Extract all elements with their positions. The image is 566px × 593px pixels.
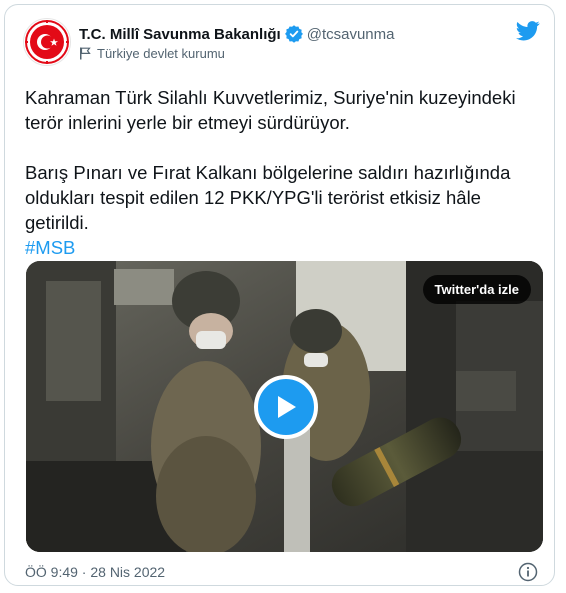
tweet-text: Kahraman Türk Silahlı Kuvvetlerimiz, Sur… [25,85,545,260]
tweet-line: terör inlerini yerle bir etmeyi sürdürüy… [25,112,350,133]
hashtag-link[interactable]: #MSB [25,235,545,260]
info-icon[interactable] [518,562,538,587]
tweet-line: Kahraman Türk Silahlı Kuvvetlerimiz, Sur… [25,87,516,108]
tweet-line: getirildi. [25,212,89,233]
twitter-bird-icon[interactable] [516,21,540,46]
tweet-line: Barış Pınarı ve Fırat Kalkanı bölgelerin… [25,162,511,183]
play-icon [278,396,296,418]
handle[interactable]: @tcsavunma [307,26,395,43]
tweet-line: oldukları tespit edilen 12 PKK/YPG'li te… [25,187,481,208]
play-button[interactable] [254,375,318,439]
msb-logo [25,20,69,64]
display-name[interactable]: T.C. Millî Savunma Bakanlığı [79,26,281,43]
timestamp[interactable]: ÖÖ 9:49 · 28 Nis 2022 [25,564,165,580]
flag-icon [79,47,91,60]
video-thumbnail[interactable]: Twitter'da izle [26,261,543,552]
account-label: Türkiye devlet kurumu [97,46,225,61]
tweet-card[interactable]: T.C. Millî Savunma Bakanlığı @tcsavunma … [4,4,555,586]
verified-badge-icon [284,25,303,43]
watch-on-twitter-button[interactable]: Twitter'da izle [422,275,531,304]
avatar[interactable] [23,18,71,66]
